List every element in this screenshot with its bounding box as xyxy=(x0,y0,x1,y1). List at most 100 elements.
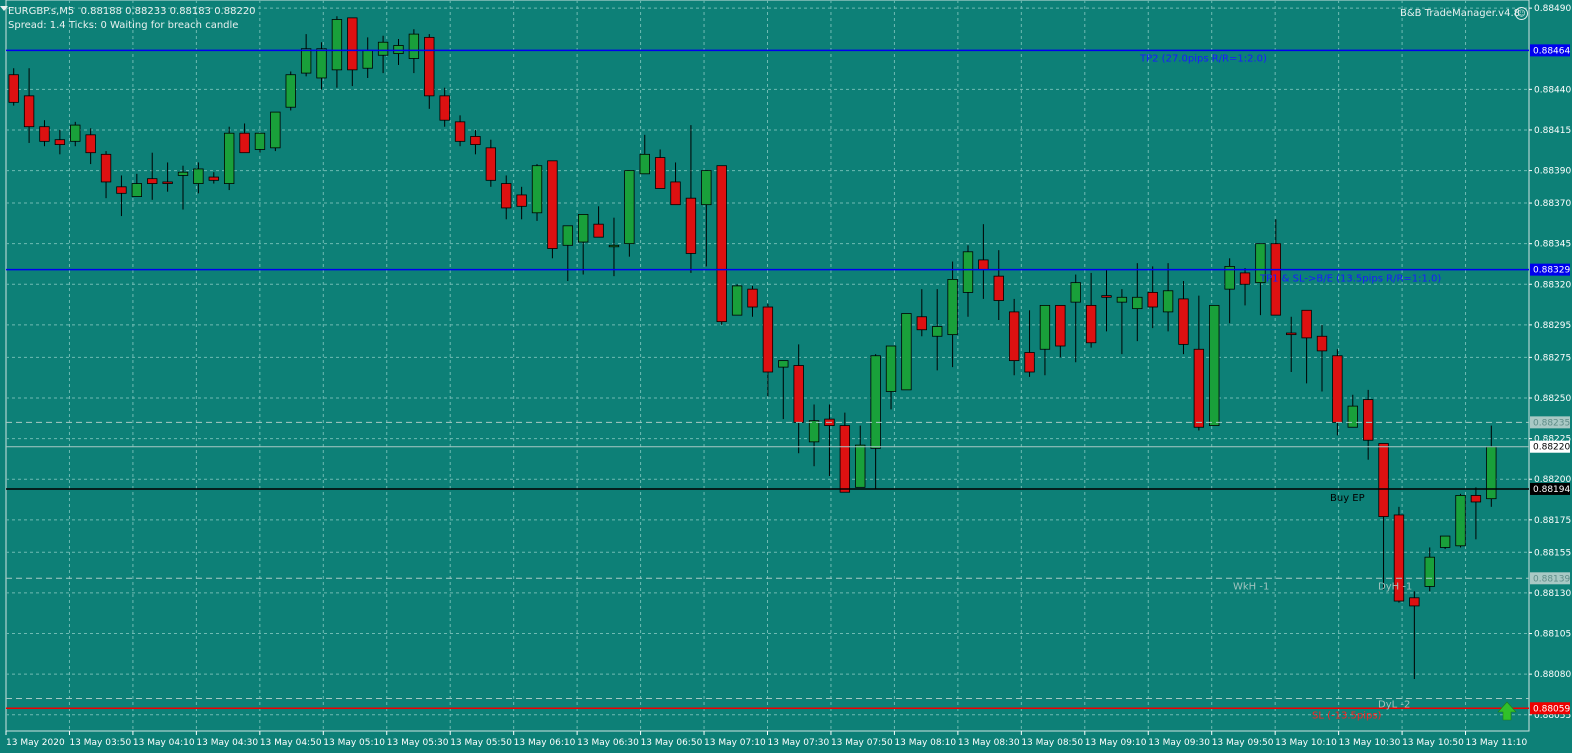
y-tick-label: 0.88390 xyxy=(1534,167,1571,177)
candle-bear xyxy=(1147,291,1158,308)
candle-bear xyxy=(1178,298,1189,345)
candle-bear xyxy=(1024,352,1035,373)
symbol-dropdown-icon[interactable] xyxy=(0,6,8,11)
tp2-level-label: TP2 (27.0pips R/R=1:2.0) xyxy=(1139,53,1267,64)
candle-bear xyxy=(978,259,989,271)
candle-bull xyxy=(1132,296,1143,310)
x-tick-label: 13 May 03:50 xyxy=(69,738,131,748)
candle-bull xyxy=(947,279,958,336)
candle-bear xyxy=(716,165,727,323)
candle-bull xyxy=(224,132,235,184)
candle-bear xyxy=(208,176,219,181)
candle-bull xyxy=(808,420,820,443)
candle-bull xyxy=(1439,535,1451,548)
candle-bear xyxy=(654,157,666,189)
x-tick-label: 13 May 04:10 xyxy=(133,738,195,748)
candle-bull xyxy=(193,168,204,184)
candle-bull xyxy=(885,345,897,392)
candle-bull xyxy=(608,244,620,248)
candle-bull xyxy=(639,153,650,175)
x-tick-label: 13 May 06:30 xyxy=(577,738,639,748)
status-text: Spread: 1.4 Ticks: 0 Waiting for breach … xyxy=(8,20,239,31)
price-chart[interactable]: 0.88490 0.88440 0.88415 0.88390 0.88370 0.883… xyxy=(0,0,1572,753)
y-tick-label: 0.88130 xyxy=(1534,589,1571,599)
candle-bull xyxy=(1039,304,1051,350)
candle-bull xyxy=(316,48,327,79)
candle-bear xyxy=(747,288,758,308)
candle-bear xyxy=(8,74,19,103)
x-tick-label: 13 May 06:10 xyxy=(514,738,576,748)
candle-bull xyxy=(578,214,589,243)
candle-bull xyxy=(393,45,404,55)
x-tick-label: 13 May 07:30 xyxy=(768,738,830,748)
candle-bear xyxy=(1332,355,1343,423)
candle-bear xyxy=(1085,304,1097,344)
x-tick-label: 13 May 2020 xyxy=(6,738,65,748)
candle-bear xyxy=(1193,348,1205,428)
y-tick-label: 0.88155 xyxy=(1534,548,1571,558)
candle-bull xyxy=(855,444,866,488)
candle-bear xyxy=(1301,309,1312,339)
candle-bear xyxy=(1470,495,1482,503)
wkh-price-label: 0.88139 xyxy=(1533,574,1570,584)
candle-bull xyxy=(932,326,943,337)
candle-bear xyxy=(1362,399,1374,441)
y-tick-label: 0.88175 xyxy=(1534,516,1571,526)
candle-bear xyxy=(39,126,50,142)
candle-bear xyxy=(1101,295,1112,298)
y-tick-label: 0.88345 xyxy=(1534,240,1571,250)
candle-bull xyxy=(1455,495,1466,547)
candle-bull xyxy=(131,183,143,197)
candle-bull xyxy=(1424,556,1435,587)
candle-bull xyxy=(300,48,312,74)
candle-bear xyxy=(147,178,158,184)
candle-bull xyxy=(778,360,789,368)
y-tick-label: 0.88415 xyxy=(1534,126,1571,136)
chart-window[interactable]: 0.88490 0.88440 0.88415 0.88390 0.88370 0.883… xyxy=(0,0,1572,753)
tp2-price-label: 0.88464 xyxy=(1533,46,1570,56)
y-tick-label: 0.88105 xyxy=(1534,630,1571,640)
candle-bull xyxy=(177,171,189,176)
candle-bull xyxy=(701,170,712,206)
candle-bear xyxy=(1316,335,1328,352)
symbol-header: EURGBP.s,M5 0.88188 0.88233 0.88183 0.88… xyxy=(8,6,256,17)
y-tick-label: 0.88370 xyxy=(1534,199,1571,209)
x-tick-label: 13 May 09:10 xyxy=(1085,738,1147,748)
y-tick-label: 0.88295 xyxy=(1534,321,1571,331)
candle-bear xyxy=(993,275,1004,301)
x-tick-label: 13 May 07:10 xyxy=(704,738,766,748)
buy-ep-price-label: 0.88194 xyxy=(1533,485,1570,495)
candle-bear xyxy=(501,183,512,209)
candle-bull xyxy=(1347,405,1358,428)
candle-bear xyxy=(670,181,681,206)
candle-bull xyxy=(70,124,81,142)
candle-bear xyxy=(593,223,604,238)
dyl-level-label: DyL -2 xyxy=(1378,700,1410,711)
candle-bull xyxy=(377,41,389,56)
candle-bear xyxy=(762,306,774,373)
symbol-name: EURGBP.s,M5 xyxy=(8,6,75,17)
candle-bull xyxy=(408,33,420,59)
candle-bull xyxy=(1209,304,1220,427)
x-tick-label: 13 May 08:30 xyxy=(958,738,1020,748)
candle-bull xyxy=(531,165,543,214)
candle-bear xyxy=(1286,332,1297,336)
candle-bear xyxy=(439,95,450,121)
candle-bear xyxy=(116,186,127,194)
candle-bear xyxy=(793,365,804,423)
x-tick-label: 13 May 04:30 xyxy=(196,738,258,748)
x-tick-label: 13 May 05:10 xyxy=(323,738,385,748)
candle-bear xyxy=(424,36,435,97)
x-tick-label: 13 May 05:30 xyxy=(387,738,449,748)
candle-bull xyxy=(1162,290,1174,313)
candle-bull xyxy=(362,49,373,69)
candle-bull xyxy=(270,111,281,149)
brand-label: B&B TradeManager.v4.8 xyxy=(1400,8,1520,19)
candle-bear xyxy=(470,136,481,145)
x-tick-label: 13 May 06:50 xyxy=(641,738,703,748)
y-tick-label: 0.88320 xyxy=(1534,280,1571,290)
candle-bull xyxy=(1116,296,1128,303)
candle-bull xyxy=(1070,282,1081,303)
wkh-level-label: WkH -1 xyxy=(1233,581,1269,592)
y-tick-label: 0.88440 xyxy=(1534,85,1571,95)
